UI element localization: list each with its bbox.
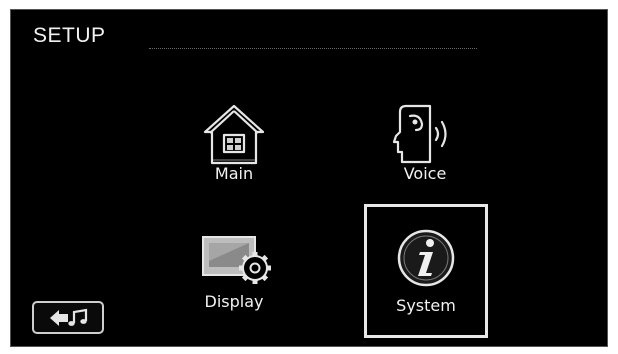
display-gear-icon xyxy=(174,221,294,287)
info-icon xyxy=(367,227,485,293)
back-button[interactable] xyxy=(32,301,104,334)
menu-item-label: Voice xyxy=(403,164,447,183)
page-title: SETUP xyxy=(33,24,106,47)
menu-item-main[interactable]: Main xyxy=(174,94,294,206)
house-icon xyxy=(174,102,294,168)
setup-screen: SETUP Main Voice Display System xyxy=(10,9,608,347)
menu-item-label: Main xyxy=(214,164,254,183)
title-divider xyxy=(149,48,477,49)
menu-item-label: Display xyxy=(204,292,264,311)
speaking-head-icon xyxy=(365,102,485,168)
menu-item-label: System xyxy=(396,296,456,315)
menu-item-voice[interactable]: Voice xyxy=(365,94,485,206)
menu-item-system[interactable]: System xyxy=(364,204,488,338)
menu-item-display[interactable]: Display xyxy=(174,213,294,325)
